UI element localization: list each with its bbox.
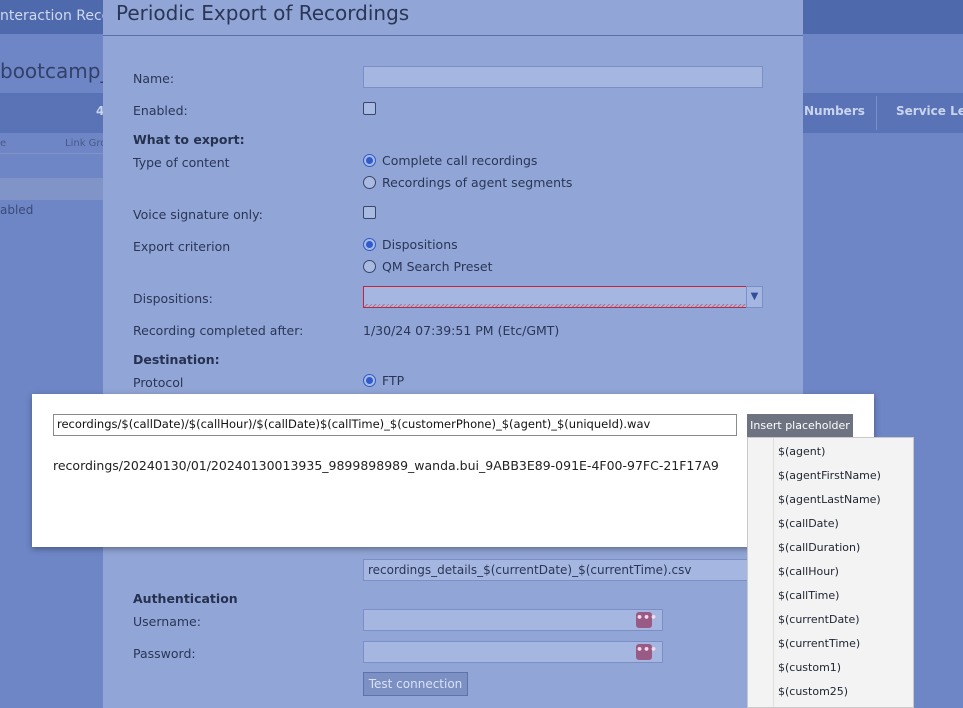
protocol-option-ftp[interactable]: FTP	[363, 373, 404, 388]
what-to-export-heading: What to export:	[133, 132, 245, 147]
more-icon[interactable]: •••	[636, 644, 657, 660]
file-name-pattern-input[interactable]: recordings/$(callDate)/$(callHour)/$(cal…	[53, 414, 737, 436]
tab-service-level[interactable]: Service Leve	[896, 104, 963, 118]
placeholder-menu-item[interactable]: $(callTime)	[778, 589, 839, 602]
tab-numbers[interactable]: Numbers	[804, 104, 865, 118]
voice-signature-label: Voice signature only:	[133, 207, 263, 222]
placeholder-menu-item[interactable]: $(callDuration)	[778, 541, 860, 554]
placeholder-menu-item[interactable]: $(currentDate)	[778, 613, 860, 626]
dispositions-label: Dispositions:	[133, 291, 213, 306]
row-status: abled	[0, 203, 34, 217]
placeholder-menu-item[interactable]: $(callHour)	[778, 565, 839, 578]
criterion-option-label: Dispositions	[382, 237, 458, 252]
destination-heading: Destination:	[133, 352, 220, 367]
app-title: nteraction Recor	[0, 8, 117, 24]
content-option-label: Recordings of agent segments	[382, 175, 573, 190]
recording-completed-label: Recording completed after:	[133, 323, 304, 338]
more-icon[interactable]: •••	[636, 612, 657, 628]
file-name-preview: recordings/20240130/01/20240130013935_98…	[53, 458, 719, 473]
radio-icon[interactable]	[363, 176, 376, 189]
criterion-option-qm-preset[interactable]: QM Search Preset	[363, 259, 493, 274]
radio-icon[interactable]	[363, 260, 376, 273]
content-option-agent-segments[interactable]: Recordings of agent segments	[363, 175, 572, 190]
name-label: Name:	[133, 71, 175, 86]
title-divider	[103, 35, 803, 36]
password-field[interactable]	[363, 641, 663, 663]
placeholder-menu: $(agent) $(agentFirstName) $(agentLastNa…	[747, 437, 914, 708]
table-row-selected[interactable]	[0, 178, 103, 200]
type-of-content-label: Type of content	[133, 155, 230, 170]
criterion-option-dispositions[interactable]: Dispositions	[363, 237, 458, 252]
enabled-checkbox[interactable]	[363, 102, 376, 115]
dispositions-select[interactable]	[363, 286, 763, 308]
placeholder-menu-item[interactable]: $(custom25)	[778, 685, 848, 698]
authentication-heading: Authentication	[133, 591, 238, 606]
placeholder-menu-item[interactable]: $(agentLastName)	[778, 493, 881, 506]
placeholder-menu-item[interactable]: $(callDate)	[778, 517, 839, 530]
chevron-down-icon[interactable]: ▼	[746, 286, 763, 308]
password-label: Password:	[133, 646, 196, 661]
radio-selected-icon[interactable]	[363, 374, 376, 387]
username-label: Username:	[133, 614, 201, 629]
content-option-label: Complete call recordings	[382, 153, 538, 168]
placeholder-menu-item[interactable]: $(agentFirstName)	[778, 469, 881, 482]
export-dialog: Periodic Export of Recordings Name: Enab…	[103, 0, 803, 708]
placeholder-menu-item[interactable]: $(currentTime)	[778, 637, 860, 650]
details-file-name-field[interactable]: recordings_details_$(currentDate)_$(curr…	[363, 559, 751, 581]
voice-signature-checkbox[interactable]	[363, 206, 376, 219]
dialog-title: Periodic Export of Recordings	[116, 1, 410, 25]
criterion-option-label: QM Search Preset	[382, 259, 493, 274]
content-option-complete[interactable]: Complete call recordings	[363, 153, 537, 168]
test-connection-button[interactable]: Test connection	[363, 672, 468, 696]
username-field[interactable]	[363, 609, 663, 631]
insert-placeholder-button[interactable]: Insert placeholder	[747, 414, 853, 437]
recording-completed-value: 1/30/24 07:39:51 PM (Etc/GMT)	[363, 323, 560, 338]
column-header-link-group[interactable]: Link Gro	[65, 138, 106, 149]
protocol-option-label: FTP	[382, 373, 405, 388]
placeholder-menu-item[interactable]: $(agent)	[778, 445, 825, 458]
enabled-label: Enabled:	[133, 103, 188, 118]
name-field[interactable]	[363, 66, 763, 88]
placeholder-menu-item[interactable]: $(custom1)	[778, 661, 841, 674]
radio-selected-icon[interactable]	[363, 154, 376, 167]
radio-selected-icon[interactable]	[363, 238, 376, 251]
export-criterion-label: Export criterion	[133, 239, 231, 254]
column-header[interactable]: e	[0, 138, 6, 149]
protocol-label: Protocol	[133, 375, 184, 390]
tab-separator	[876, 96, 877, 130]
